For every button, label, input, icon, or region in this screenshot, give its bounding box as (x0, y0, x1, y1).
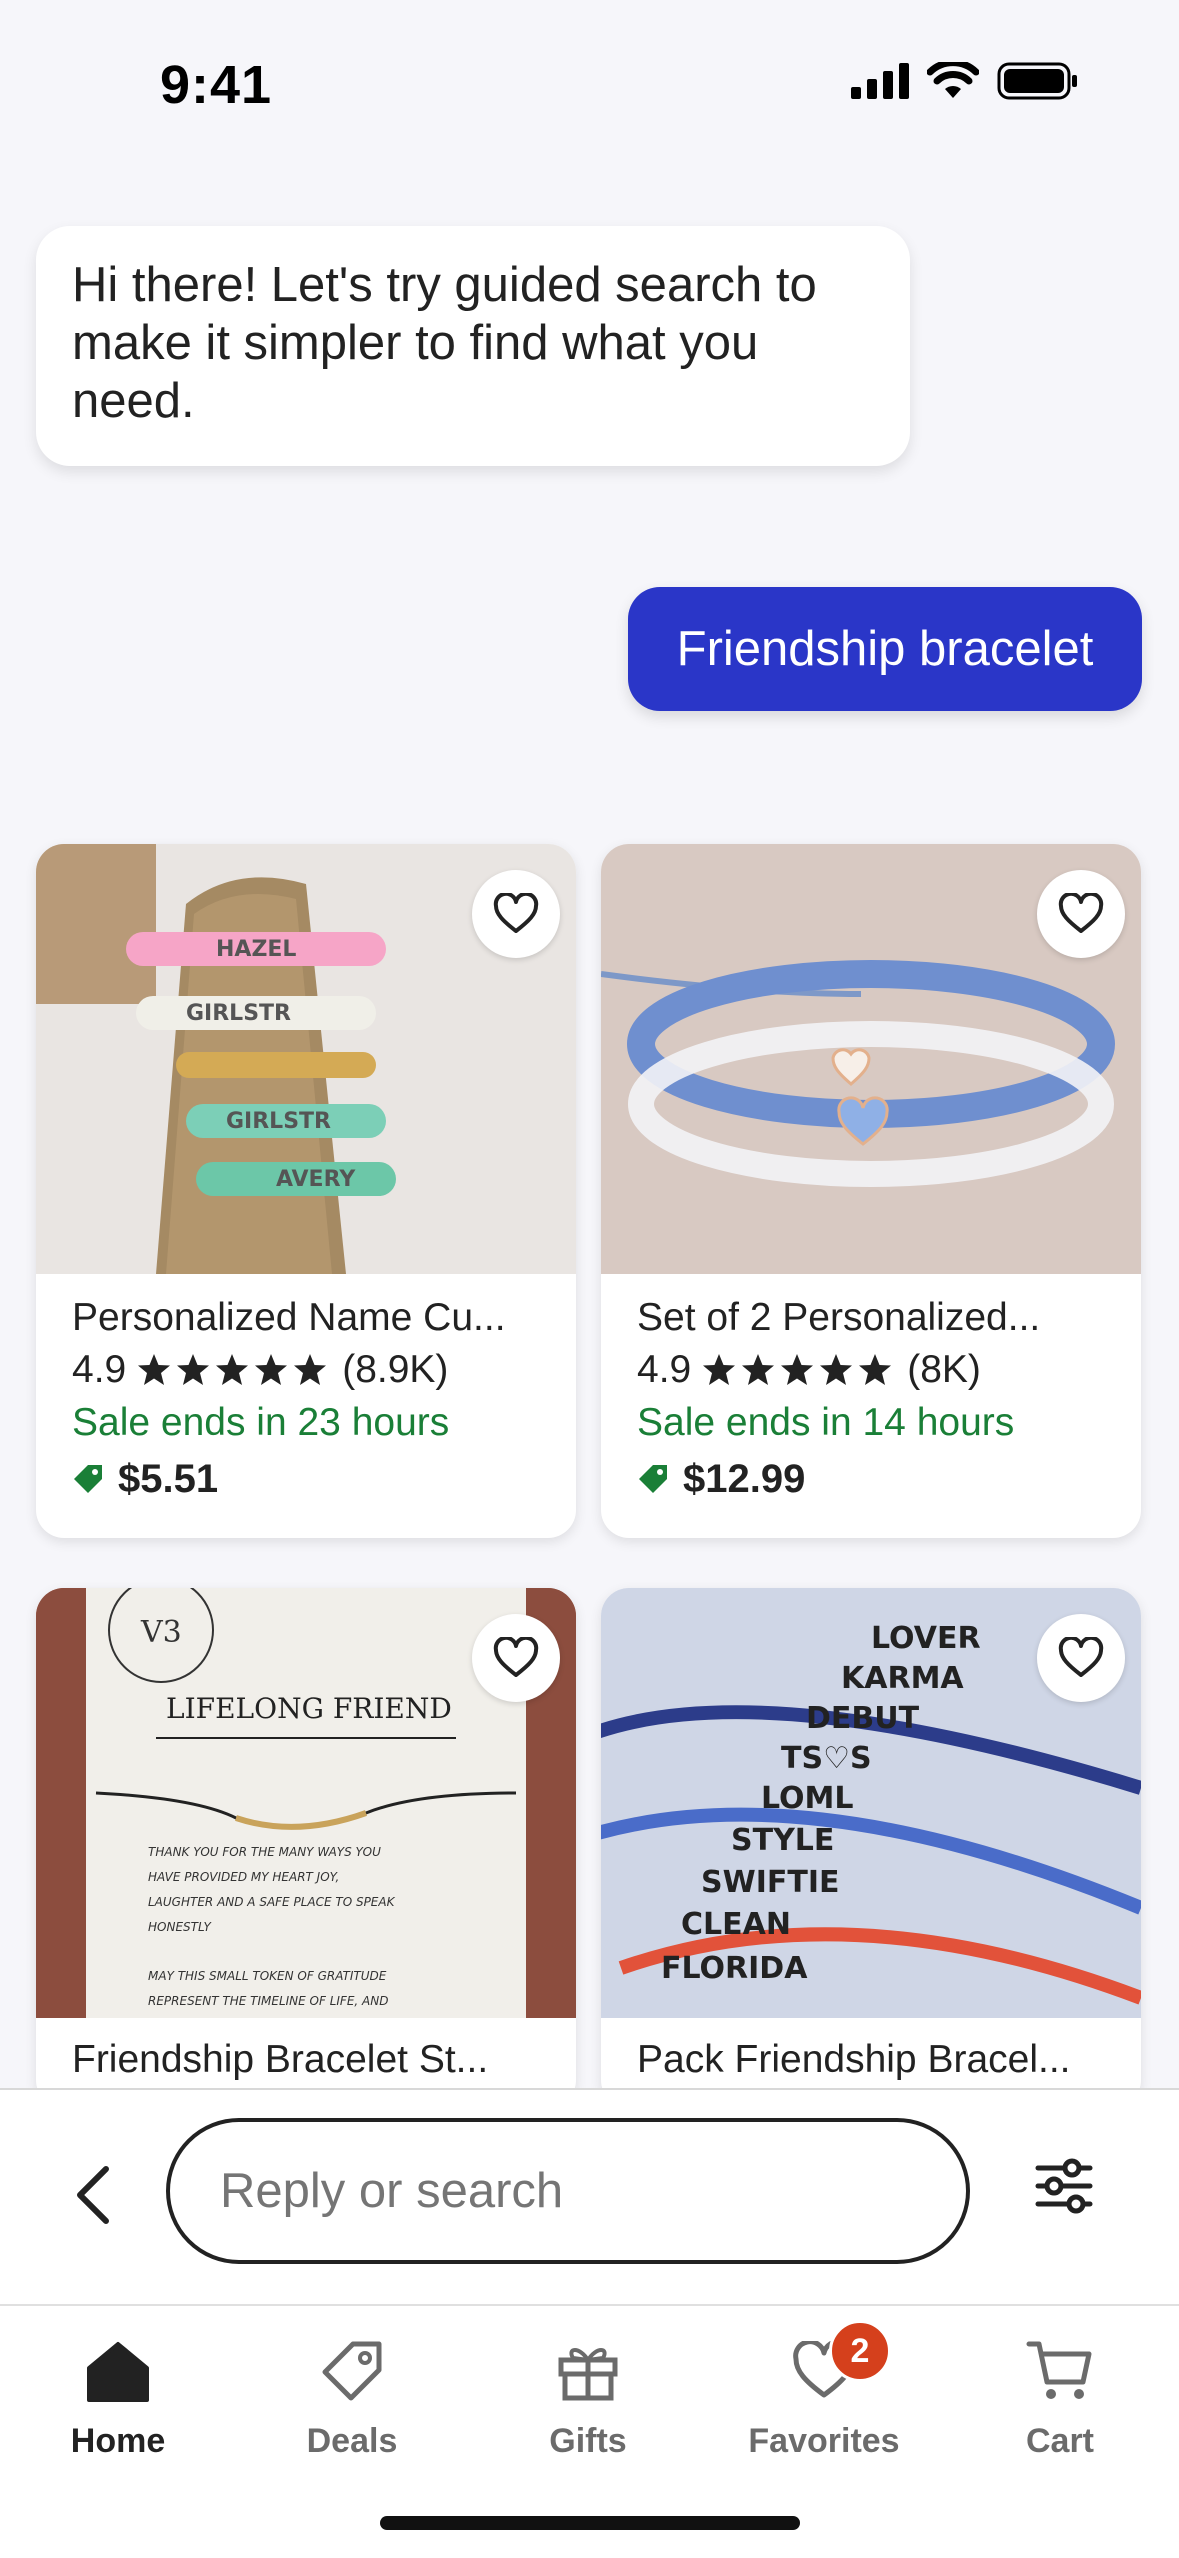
status-bar: 9:41 (0, 0, 1179, 170)
tab-label: Gifts (549, 2422, 627, 2460)
home-indicator (380, 2516, 800, 2530)
star-rating-icon (701, 1352, 897, 1388)
star-rating-icon (136, 1352, 332, 1388)
favorite-button[interactable] (1037, 1614, 1125, 1702)
rating-value: 4.9 (72, 1348, 127, 1391)
price: $12.99 (637, 1450, 1121, 1508)
tab-label: Home (70, 2422, 166, 2460)
product-rating: 4.9 (8K) (637, 1344, 1121, 1396)
card-heading-text: LIFELONG FRIEND (166, 1692, 452, 1725)
cart-icon (1026, 2341, 1092, 2399)
chevron-left-icon (77, 2166, 109, 2224)
user-message-bubble[interactable]: Friendship bracelet (628, 587, 1142, 711)
card-message-line: LAUGHTER AND A SAFE PLACE TO SPEAK (148, 1895, 396, 1909)
filter-sliders-icon (1035, 2158, 1093, 2214)
product-title[interactable]: Pack Friendship Bracel... (637, 2034, 1121, 2086)
review-count: (8K) (907, 1348, 981, 1391)
price-tag-icon (74, 1465, 102, 1493)
heart-outline-icon (1058, 1637, 1104, 1677)
favorites-badge: 2 (829, 2320, 891, 2382)
product-rating: 4.9 (8.9K) (72, 1344, 556, 1396)
price-tag-icon (639, 1465, 667, 1493)
status-icons (851, 62, 1079, 100)
logo-monogram: V3 (140, 1615, 182, 1650)
card-message-line: THANK YOU FOR THE MANY WAYS YOU (148, 1845, 381, 1859)
product-card[interactable]: Set of 2 Personalized... 4.9 (8K) Sale e… (601, 844, 1141, 1538)
price-value: $5.51 (118, 1457, 219, 1501)
home-icon (87, 2342, 149, 2402)
bead-letters: SWIFTIE (701, 1865, 839, 1900)
product-card[interactable]: HAZEL GIRLSTR GIRLSTR AVERY Personalized… (36, 844, 576, 1538)
bead-letters: STYLE (731, 1823, 834, 1858)
heart-outline-icon (493, 893, 539, 933)
tab-deals[interactable]: Deals (252, 2326, 452, 2476)
price: $5.51 (72, 1450, 556, 1508)
product-title[interactable]: Set of 2 Personalized... (637, 1292, 1121, 1344)
card-message-line: REPRESENT THE TIMELINE OF LIFE, AND (148, 1994, 388, 2008)
wifi-icon (927, 62, 979, 98)
bead-letters-3: GIRLSTR (226, 1109, 331, 1134)
favorite-button[interactable] (1037, 870, 1125, 958)
bead-letters-2: GIRLSTR (186, 1001, 291, 1026)
bead-letters: TS♡S (781, 1741, 872, 1776)
bead-letters: CLEAN (681, 1907, 791, 1942)
tab-gifts[interactable]: Gifts (488, 2326, 688, 2476)
tab-label: Cart (1025, 2422, 1095, 2460)
heart-outline-icon (493, 1637, 539, 1677)
product-title[interactable]: Personalized Name Cu... (72, 1292, 556, 1344)
bead-letters: FLORIDA (661, 1951, 808, 1986)
search-panel (0, 2088, 1179, 2306)
tab-home[interactable]: Home (18, 2326, 218, 2476)
tab-cart[interactable]: Cart (960, 2326, 1160, 2476)
bead-letters-4: AVERY (276, 1167, 356, 1192)
bead-letters: KARMA (841, 1661, 964, 1696)
bead-letters: DEBUT (806, 1701, 920, 1736)
favorite-button[interactable] (472, 1614, 560, 1702)
gift-icon (558, 2348, 618, 2401)
price-value: $12.99 (683, 1457, 806, 1501)
tag-icon (322, 2341, 382, 2401)
battery-icon (997, 62, 1077, 100)
tab-favorites[interactable]: 2 Favorites (724, 2320, 924, 2476)
rating-value: 4.9 (637, 1348, 692, 1391)
cellular-signal-icon (851, 63, 909, 99)
status-time: 9:41 (160, 55, 273, 115)
card-message-line: HAVE PROVIDED MY HEART JOY, (148, 1870, 339, 1884)
back-button[interactable] (62, 2152, 122, 2238)
tab-label: Deals (306, 2422, 398, 2460)
search-input[interactable] (166, 2118, 970, 2264)
bot-message-bubble: Hi there! Let's try guided search to mak… (36, 226, 910, 466)
bead-letters-1: HAZEL (216, 937, 296, 962)
tab-label: Favorites (748, 2422, 900, 2460)
bead-letters: LOML (761, 1781, 854, 1816)
bead-letters: LOVER (871, 1621, 981, 1656)
favorite-button[interactable] (472, 870, 560, 958)
heart-outline-icon (1058, 893, 1104, 933)
card-message-line: HONESTLY (148, 1920, 213, 1934)
sale-text: Sale ends in 23 hours (72, 1401, 450, 1444)
product-card[interactable]: V3 LIFELONG FRIEND THANK YOU FOR THE MAN… (36, 1588, 576, 2108)
sale-text: Sale ends in 14 hours (637, 1401, 1015, 1444)
card-message-line: MAY THIS SMALL TOKEN OF GRATITUDE (148, 1969, 387, 1983)
product-title[interactable]: Friendship Bracelet St... (72, 2034, 556, 2086)
review-count: (8.9K) (342, 1348, 449, 1391)
filter-button[interactable] (1032, 2154, 1096, 2218)
product-card[interactable]: LOVER KARMA DEBUT TS♡S LOML STYLE SWIFTI… (601, 1588, 1141, 2108)
